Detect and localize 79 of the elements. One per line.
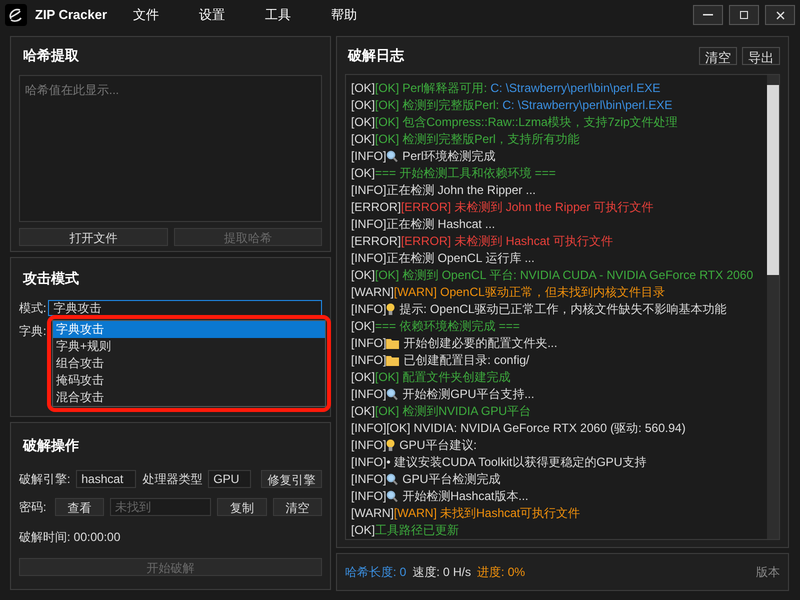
maximize-icon [740,11,748,19]
lightbulb-icon [386,439,396,452]
copy-button[interactable]: 复制 [217,498,267,516]
log-line: [ERROR][ERROR] 未检测到 John the Ripper 可执行文件 [351,199,655,216]
dropdown-option[interactable]: 字典攻击 [53,321,325,338]
log-line: [OK]工具路径已更新 [351,522,460,539]
lightbulb-icon [386,303,396,316]
log-line: [OK][OK] 检测到NVIDIA GPU平台 [351,403,532,420]
status-text: 速度: 0 H/s [412,564,472,581]
password-field[interactable]: 未找到 [110,498,212,516]
log-line: [INFO][OK] NVIDIA: NVIDIA GeForce RTX 2060 (驱动: 560.94) [351,420,687,437]
folder-icon [386,338,400,349]
log-line: [INFO]正在检测 OpenCL 运行库 ... [351,250,536,267]
close-icon [776,10,784,20]
log-line: [OK][OK] Perl解释器可用: C: \Strawberry\perl\bin\perl.EXE [351,80,662,97]
menu-item[interactable]: 文件 [123,5,189,25]
menu-item[interactable]: 设置 [189,5,255,25]
log-line: [INFO] GPU平台建议: [351,437,478,454]
minimize-button[interactable] [693,5,723,25]
log-line: [ERROR][ERROR] 未检测到 Hashcat 可执行文件 [351,233,614,250]
status-text: 进度: 0% [477,564,526,581]
app-logo-icon [5,4,27,26]
log-line: [INFO]正在检测 John the Ripper ... [351,182,537,199]
menu-item[interactable]: 工具 [255,5,321,25]
log-line: [INFO]• 建议安装CUDA Toolkit以获得更稳定的GPU支持 [351,454,648,471]
dropdown-option[interactable]: 字典+规则 [53,338,325,355]
field-label: 密码: [19,499,48,516]
log-line: [OK]=== 依赖环境检测完成 === [351,318,521,335]
log-line: [OK][OK] 包含Compress::Raw::Lzma模块，支持7zip文件处理 [351,114,679,131]
log-line: [WARN][WARN] 未找到Hashcat可执行文件 [351,505,582,522]
clear-button[interactable]: 清空 [272,498,322,516]
panel-title: 破解操作 [22,436,80,455]
panel-title: 破解日志 [346,46,406,65]
field-label: 处理器类型 [142,471,202,488]
folder-icon [386,355,400,366]
scrollbar[interactable] [767,75,779,539]
menu-item[interactable]: 帮助 [321,5,387,25]
dropdown-option[interactable]: 混合攻击 [53,389,325,406]
log-line: [OK][OK] 检测到完整版Perl: C: \Strawberry\perl\bin\perl.EXE [351,97,674,114]
field-label: 模式: [19,300,46,317]
log-line: [OK]=== 开始检测工具和依赖环境 === [351,165,557,182]
panel-title: 攻击模式 [22,269,80,288]
close-button[interactable] [765,5,795,25]
log-line: [INFO] 开始检测Hashcat版本... [351,488,530,505]
engine-field[interactable]: hashcat [76,470,136,488]
crack-time-text: 破解时间: 00:00:00 [19,529,122,546]
log-line: [INFO] 已创建配置目录: config/ [351,352,530,369]
hash-action-button[interactable]: 打开文件 [19,228,168,246]
log-line: [INFO] 提示: OpenCL驱动已正常工作，内核文件缺失不影响基本功能 [351,301,728,318]
processor-field[interactable]: GPU [208,470,252,488]
field-label: 破解引擎: [19,471,70,488]
log-line: [INFO]正在检测 Hashcat ... [351,216,496,233]
search-icon [386,150,398,163]
log-action-button[interactable]: 导出 [742,46,780,64]
view-button[interactable]: 查看 [54,498,104,516]
status-text: 哈希长度: 0 [345,564,406,581]
dropdown-option[interactable]: 掩码攻击 [53,372,325,389]
log-line: [INFO] 开始检测GPU平台支持... [351,386,536,403]
log-line: [INFO] Perl环境检测完成 [351,148,497,165]
log-line: [OK][OK] 检测到完整版Perl，支持所有功能 [351,131,581,148]
window-title: ZIP Cracker [35,6,108,24]
log-line: [WARN][WARN] OpenCL驱动正常，但未找到内核文件目录 [351,284,666,301]
maximize-button[interactable] [729,5,759,25]
log-action-button[interactable]: 清空 [699,46,737,64]
log-line: [INFO] GPU平台检测完成 [351,471,502,488]
panel-title: 哈希提取 [22,46,80,65]
log-line: [OK][OK] 检测到 OpenCL 平台: NVIDIA CUDA - NVIDIA GeForce RTX 2060 [351,267,754,284]
search-icon [386,490,398,503]
search-icon [386,388,398,401]
field-label: 字典: [19,323,46,340]
log-line: [INFO] 开始创建必要的配置文件夹... [351,335,558,352]
dropdown-option[interactable]: 组合攻击 [53,355,325,372]
version-text: 版本 [756,564,780,581]
hash-text-area[interactable]: 哈希值在此显示... [19,75,322,222]
log-line: [OK][OK] 配置文件夹创建完成 [351,369,512,386]
repair-engine-button[interactable]: 修复引擎 [261,470,322,488]
mode-select[interactable]: 字典攻击 [48,300,322,316]
search-icon [386,473,398,486]
minimize-icon [703,14,713,16]
